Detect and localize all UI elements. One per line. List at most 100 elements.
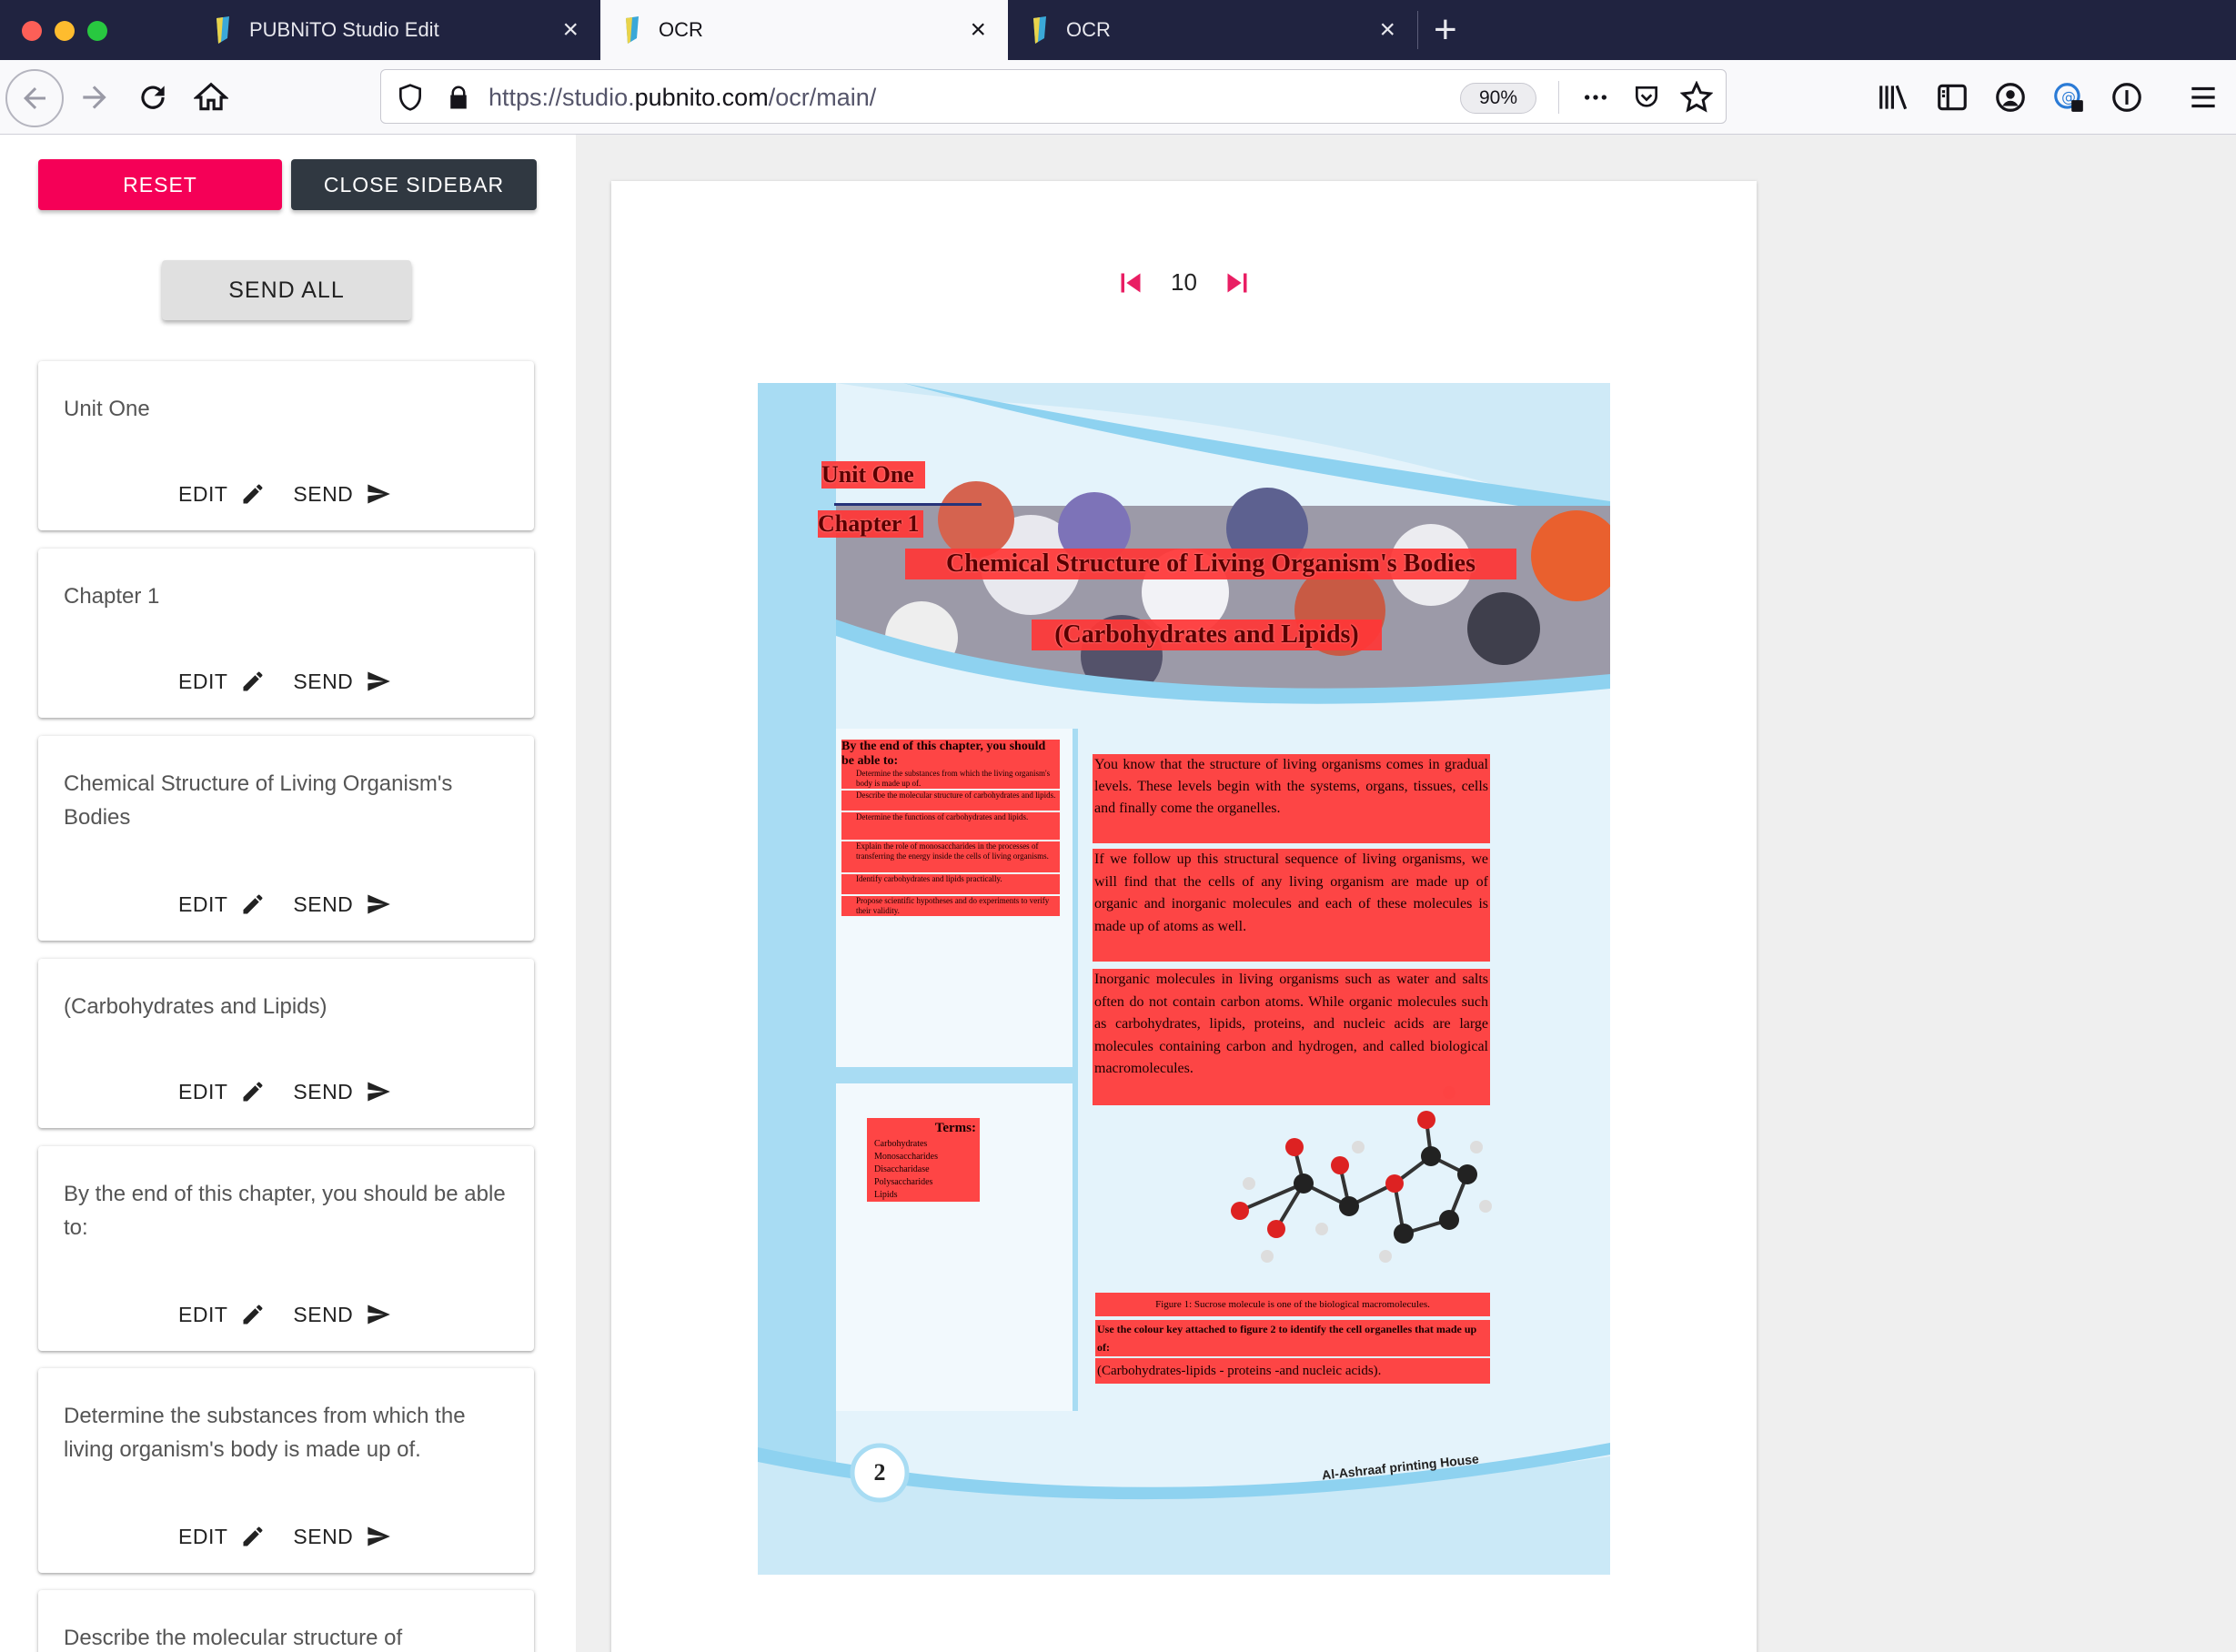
navigation-toolbar: https://studio.pubnito.com/ocr/main/ 90%… <box>0 60 2236 135</box>
password-manager-button[interactable] <box>2107 77 2147 117</box>
tab-title: PUBNiTO Studio Edit <box>249 18 439 41</box>
scanned-page-image: Unit One Chapter 1 Chemical Structure of… <box>758 383 1610 1575</box>
page-number: 10 <box>1171 268 1197 296</box>
ocr-block-card: Describe the molecular structure of <box>38 1590 534 1652</box>
forward-button[interactable] <box>75 77 115 117</box>
sidebar-toggle-button[interactable] <box>1932 77 1972 117</box>
close-icon[interactable]: × <box>970 16 986 44</box>
info-circle-icon <box>2112 83 2141 112</box>
reset-button[interactable]: RESET <box>38 159 282 210</box>
ocr-block-card: Chemical Structure of Living Organism's … <box>38 736 534 941</box>
ocr-region-term[interactable]: Lipids <box>867 1189 980 1202</box>
close-sidebar-button[interactable]: CLOSE SIDEBAR <box>291 159 537 210</box>
ocr-block-text: Unit One <box>64 397 150 421</box>
ocr-region-objective[interactable]: Explain the role of monosaccharides in t… <box>841 841 1060 872</box>
new-tab-button[interactable]: + <box>1434 7 1457 53</box>
ocr-region-objective[interactable]: Propose scientific hypotheses and do exp… <box>841 896 1060 916</box>
edit-button[interactable]: EDIT <box>178 669 266 694</box>
send-arrow-icon <box>368 484 391 504</box>
ocr-block-text: Describe the molecular structure of <box>64 1626 403 1650</box>
send-button[interactable]: SEND <box>293 1079 391 1104</box>
ocr-region-title[interactable]: Chemical Structure of Living Organism's … <box>905 549 1516 579</box>
account-icon <box>1996 83 2025 112</box>
pubnito-logo-icon <box>1033 16 1046 44</box>
arrow-right-icon <box>83 86 106 109</box>
pocket-icon[interactable] <box>1631 83 1662 112</box>
shield-icon[interactable] <box>396 83 425 112</box>
send-arrow-icon <box>368 1304 391 1325</box>
library-button[interactable] <box>1874 77 1914 117</box>
reload-button[interactable] <box>133 77 173 117</box>
ocr-region-chapter[interactable]: Chapter 1 <box>818 510 923 538</box>
url-text[interactable]: https://studio.pubnito.com/ocr/main/ <box>488 70 876 125</box>
ocr-region-term[interactable]: Disaccharidase <box>867 1163 980 1176</box>
page-footer-number: 2 <box>873 1459 886 1486</box>
reload-icon <box>141 86 165 109</box>
ocr-region-task-answer[interactable]: (Carbohydrates-lipids - proteins -and nu… <box>1095 1358 1490 1384</box>
ocr-region-task[interactable]: Use the colour key attached to figure 2 … <box>1095 1320 1490 1356</box>
ocr-region-unit[interactable]: Unit One <box>821 461 925 489</box>
send-button[interactable]: SEND <box>293 1302 391 1327</box>
home-button[interactable] <box>191 77 231 117</box>
send-all-button[interactable]: SEND ALL <box>162 260 411 320</box>
send-arrow-icon <box>368 894 391 914</box>
edit-button[interactable]: EDIT <box>178 481 266 507</box>
zoom-level-badge[interactable]: 90% <box>1460 83 1536 114</box>
back-button[interactable] <box>5 69 64 127</box>
pencil-icon <box>243 1082 263 1102</box>
ocr-region-figure-caption[interactable]: Figure 1: Sucrose molecule is one of the… <box>1095 1293 1490 1316</box>
ocr-viewer: 10 Unit One Chapter 1 Chemical Structure… <box>576 135 2236 1652</box>
ocr-block-card: By the end of this chapter, you should b… <box>38 1146 534 1351</box>
ocr-block-text: Chemical Structure of Living Organism's … <box>64 771 453 830</box>
page-sheet: 10 Unit One Chapter 1 Chemical Structure… <box>611 181 1757 1652</box>
edit-button[interactable]: EDIT <box>178 1079 266 1104</box>
url-separator <box>1558 81 1559 114</box>
last-page-icon[interactable] <box>1224 270 1250 296</box>
close-icon[interactable]: × <box>1379 16 1395 44</box>
window-minimize-button[interactable] <box>55 21 75 41</box>
edit-button[interactable]: EDIT <box>178 1302 266 1327</box>
send-button[interactable]: SEND <box>293 481 391 507</box>
edit-button[interactable]: EDIT <box>178 1524 266 1549</box>
menu-button[interactable] <box>2183 77 2223 117</box>
ocr-region-terms-heading[interactable]: Terms: <box>867 1118 980 1138</box>
pubnito-logo-icon <box>626 16 639 44</box>
ocr-region-objectives-heading[interactable]: By the end of this chapter, you should b… <box>841 740 1060 769</box>
first-page-icon[interactable] <box>1118 270 1143 296</box>
tab-bar: PUBNiTO Studio Edit × OCR × OCR × + <box>0 0 2236 60</box>
ocr-region-subtitle[interactable]: (Carbohydrates and Lipids) <box>1032 620 1382 650</box>
extension-button[interactable]: @ <box>2049 77 2089 117</box>
tab-separator <box>1417 11 1418 49</box>
send-button[interactable]: SEND <box>293 1524 391 1549</box>
send-button[interactable]: SEND <box>293 891 391 917</box>
ocr-block-text: Chapter 1 <box>64 584 160 609</box>
ocr-region-objective[interactable]: Describe the molecular structure of carb… <box>841 791 1060 811</box>
home-icon <box>194 82 228 111</box>
ocr-block-text: By the end of this chapter, you should b… <box>64 1182 506 1240</box>
ocr-region-objective[interactable]: Determine the substances from which the … <box>841 769 1060 789</box>
ocr-region-term[interactable]: Carbohydrates <box>867 1138 980 1151</box>
ocr-region-objective[interactable]: Determine the functions of carbohydrates… <box>841 812 1060 840</box>
tab-ocr[interactable]: OCR × <box>1008 0 1417 60</box>
more-actions-icon[interactable] <box>1580 83 1611 112</box>
send-arrow-icon <box>368 1082 391 1102</box>
close-icon[interactable]: × <box>562 16 579 44</box>
bookmark-star-icon[interactable] <box>1680 81 1713 114</box>
send-button[interactable]: SEND <box>293 669 391 694</box>
lock-icon[interactable] <box>445 83 472 112</box>
ocr-region-objective[interactable]: Identify carbohydrates and lipids practi… <box>841 874 1060 894</box>
ocr-region-term[interactable]: Polysaccharides <box>867 1176 980 1189</box>
tab-title: OCR <box>1066 18 1111 41</box>
ocr-region-paragraph[interactable]: Inorganic molecules in living organisms … <box>1093 969 1490 1105</box>
window-close-button[interactable] <box>22 21 42 41</box>
ocr-region-paragraph[interactable]: You know that the structure of living or… <box>1093 754 1490 843</box>
edit-button[interactable]: EDIT <box>178 891 266 917</box>
pencil-icon <box>243 484 263 504</box>
url-bar[interactable]: https://studio.pubnito.com/ocr/main/ 90% <box>380 69 1727 124</box>
window-zoom-button[interactable] <box>87 21 107 41</box>
account-button[interactable] <box>1990 77 2030 117</box>
tab-ocr-active[interactable]: OCR × <box>600 0 1008 60</box>
ocr-region-paragraph[interactable]: If we follow up this structural sequence… <box>1093 849 1490 962</box>
tab-pubnito-studio-edit[interactable]: PUBNiTO Studio Edit × <box>191 0 600 60</box>
ocr-region-term[interactable]: Monosaccharides <box>867 1151 980 1163</box>
